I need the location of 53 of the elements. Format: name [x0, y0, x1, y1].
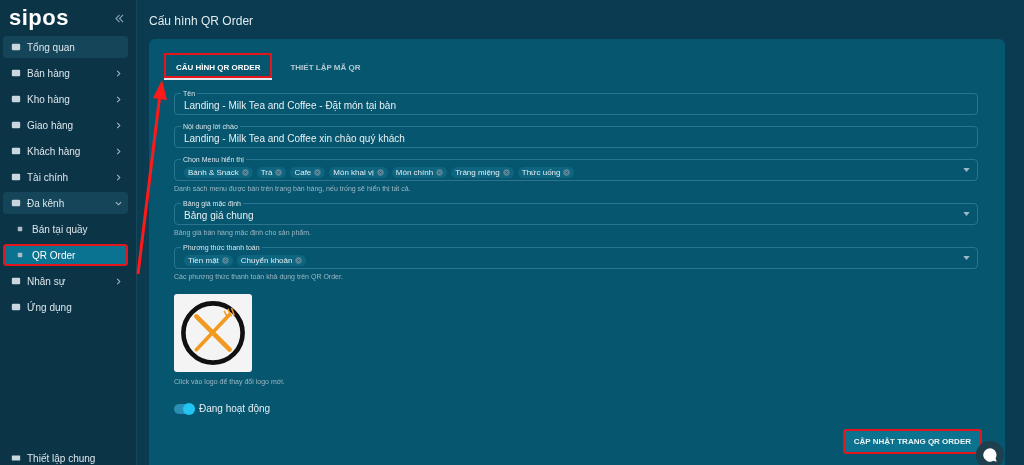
collapse-icon[interactable] [115, 13, 124, 23]
tag-chip[interactable]: Trà [256, 166, 287, 178]
nav-item[interactable]: Tài chính [3, 166, 128, 188]
remove-icon[interactable] [436, 168, 444, 176]
nav-item[interactable]: Ứng dụng [3, 296, 128, 318]
remove-icon[interactable] [241, 168, 249, 176]
tag-chip[interactable]: Cafe [290, 166, 326, 178]
tag-chip[interactable]: Tiền mặt [184, 254, 233, 266]
brand-logo: sipos [9, 5, 69, 31]
tab[interactable]: THIẾT LẬP MÃ QR [278, 53, 373, 80]
menu-icon [11, 94, 21, 104]
tag-chip[interactable]: Bánh & Snack [184, 166, 253, 178]
tag-chip[interactable]: Tráng miệng [451, 166, 514, 178]
tag-chip[interactable]: Món khai vị [329, 166, 388, 178]
nav-subitem[interactable]: QR Order [3, 244, 128, 266]
nav-subitem[interactable]: Bán tại quầy [3, 218, 128, 240]
menu-icon [11, 42, 21, 52]
dropdown-caret-icon [963, 256, 970, 260]
remove-icon[interactable] [563, 168, 571, 176]
nav-item[interactable]: Kho hàng [3, 88, 128, 110]
remove-icon[interactable] [275, 168, 283, 176]
nav-item[interactable]: Nhân sự [3, 270, 128, 292]
tag-chip[interactable]: Chuyển khoản [236, 254, 307, 266]
remove-icon[interactable] [502, 168, 510, 176]
menu-icon [11, 68, 21, 78]
menu-icon [11, 146, 21, 156]
toggle-label: Đang hoạt động [199, 403, 271, 414]
tag-chip[interactable]: Món chính [391, 166, 448, 178]
menu-icon [17, 226, 23, 232]
remove-icon[interactable] [376, 168, 384, 176]
tag-chip[interactable]: Thức uống [517, 166, 575, 178]
menu-icon [11, 198, 21, 208]
update-button[interactable]: CẬP NHẬT TRANG QR ORDER [842, 429, 982, 454]
menu-icon [11, 120, 21, 130]
menu-icon [11, 276, 21, 286]
page-title: Cấu hình QR Order [149, 14, 255, 28]
menu-icon [11, 172, 21, 182]
menu-icon [17, 252, 23, 258]
tab[interactable]: CẤU HÌNH QR ORDER [164, 53, 273, 80]
nav-item[interactable]: Đa kênh [3, 192, 128, 214]
toggle-switch[interactable] [174, 403, 194, 414]
nav-item[interactable]: Tổng quan [3, 36, 128, 58]
dropdown-caret-icon [963, 212, 970, 216]
nav-item[interactable]: Giao hàng [3, 114, 128, 136]
remove-icon[interactable] [295, 256, 303, 264]
dropdown-caret-icon [963, 168, 970, 172]
nav-item[interactable]: Thiết lập chung [3, 451, 128, 465]
remove-icon[interactable] [221, 256, 229, 264]
remove-icon[interactable] [314, 168, 322, 176]
chat-icon [982, 447, 998, 463]
nav-item[interactable]: Bán hàng [3, 62, 128, 84]
nav-item[interactable]: Khách hàng [3, 140, 128, 162]
menu-icon [11, 302, 21, 312]
